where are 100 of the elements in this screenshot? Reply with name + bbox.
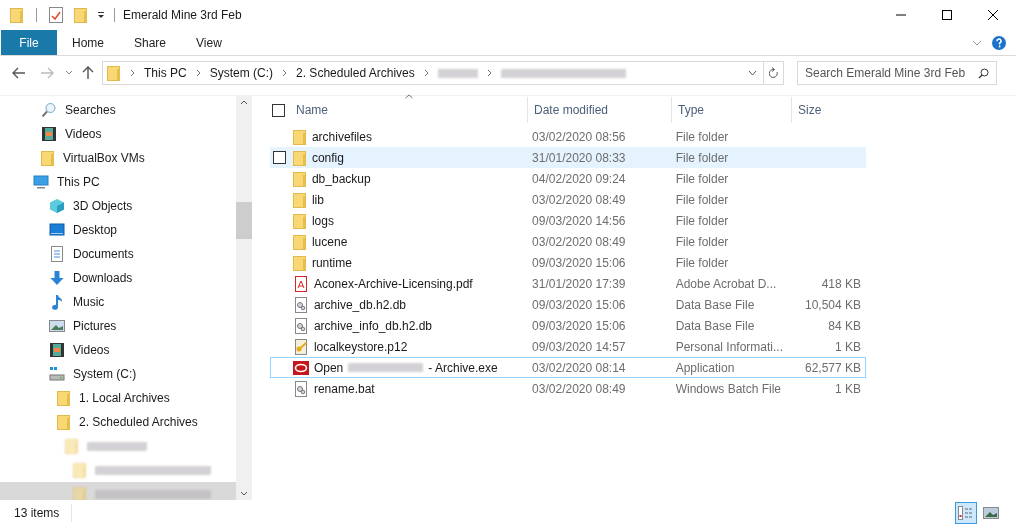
caret-icon[interactable] [96, 10, 106, 20]
file-row[interactable]: Open - Archive.exe 03/02/2020 08:14 Application 62,577 KB [270, 357, 866, 378]
file-row[interactable]: lib 03/02/2020 08:49 File folder [270, 189, 866, 210]
nav-item[interactable]: Searches [0, 98, 236, 122]
download-icon [49, 270, 65, 286]
search-field[interactable]: Search Emerald Mine 3rd Feb [797, 61, 997, 85]
type-cell-text: File folder [674, 170, 730, 188]
type-cell-text: File folder [674, 149, 730, 167]
date-cell-text: 09/03/2020 15:06 [531, 254, 627, 272]
file-row[interactable]: logs 09/03/2020 14:56 File folder [270, 210, 866, 231]
nav-item[interactable]: Videos [0, 338, 236, 362]
nav-item[interactable]: Videos [0, 122, 236, 146]
file-name: archivefiles [311, 128, 372, 146]
chevron-down-icon[interactable] [748, 70, 757, 76]
pdf-file-icon [292, 275, 309, 292]
address-bar[interactable]: This PC System (C:) 2. Scheduled Archives [102, 61, 764, 85]
breadcrumb[interactable]: This PC [144, 64, 187, 82]
file-row[interactable]: config 31/01/2020 08:33 File folder [270, 147, 866, 168]
scroll-up-icon[interactable] [240, 100, 248, 105]
file-row[interactable]: Aconex-Archive-Licensing.pdf 31/01/2020 17:39 Adobe Acrobat D... 418 KB [270, 273, 866, 294]
back-arrow-icon[interactable] [12, 67, 26, 79]
nav-item[interactable]: Desktop [0, 218, 236, 242]
file-name: Aconex-Archive-Licensing.pdf [313, 275, 473, 293]
item-count: 13 items [4, 503, 73, 522]
chevron-down-icon[interactable] [65, 70, 73, 76]
file-row[interactable]: rename.bat 03/02/2020 08:49 Windows Batch File 1 KB [270, 378, 866, 399]
nav-item[interactable]: Documents [0, 242, 236, 266]
help-icon[interactable] [992, 35, 1006, 50]
column-header[interactable]: Date modified [528, 97, 672, 123]
row-checkbox[interactable] [273, 151, 287, 164]
file-row[interactable]: runtime 09/03/2020 15:06 File folder [270, 252, 866, 273]
folder-icon [41, 150, 55, 166]
size-cell-text: 1 KB [835, 380, 861, 398]
date-cell-text: 03/02/2020 08:14 [531, 359, 627, 377]
type-cell-text: File folder [674, 128, 730, 146]
date-cell-text: 04/02/2020 09:24 [531, 170, 627, 188]
up-arrow-icon[interactable] [82, 66, 94, 80]
desktop-icon [49, 222, 65, 238]
file-row[interactable]: localkeystore.p12 09/03/2020 14:57 Personal Informati... 1 KB [270, 336, 866, 357]
chevron-right-icon[interactable] [486, 69, 492, 77]
file-row[interactable]: archivefiles 03/02/2020 08:56 File folder [270, 126, 866, 147]
nav-item[interactable]: Downloads [0, 266, 236, 290]
scrollbar[interactable] [236, 96, 252, 500]
column-header[interactable]: Type [672, 97, 792, 123]
file-gears-icon [292, 296, 309, 313]
ribbon-tab[interactable]: View [181, 30, 237, 55]
cube-icon [49, 198, 65, 214]
nav-item[interactable]: This PC [0, 170, 236, 194]
details-view-button[interactable] [955, 501, 977, 524]
drive-icon [49, 366, 65, 382]
refresh-icon [768, 67, 779, 79]
column-header[interactable]: Size [792, 97, 868, 123]
file-name: runtime [311, 254, 352, 272]
chevron-down-icon[interactable] [972, 39, 982, 46]
search-input[interactable]: Search Emerald Mine 3rd Feb [805, 64, 978, 82]
breadcrumb[interactable]: System (C:) [209, 64, 274, 82]
nav-item[interactable]: Pictures [0, 314, 236, 338]
folder-icon [292, 212, 307, 229]
ribbon-tab[interactable]: Share [119, 30, 182, 55]
file-name: Open [313, 359, 344, 377]
column-header[interactable]: Name [290, 97, 528, 123]
refresh-button[interactable] [764, 61, 784, 85]
nav-item[interactable]: VirtualBox VMs [0, 146, 236, 170]
folder-icon [292, 170, 307, 187]
file-name: logs [311, 212, 334, 230]
scroll-thumb[interactable] [236, 202, 252, 239]
type-cell-text: File folder [674, 212, 730, 230]
breadcrumb[interactable]: 2. Scheduled Archives [296, 64, 415, 82]
file-menu-button[interactable]: File [1, 30, 57, 55]
chevron-right-icon[interactable] [423, 69, 429, 77]
nav-item[interactable]: System (C:) [0, 362, 236, 386]
file-row[interactable]: archive_info_db.h2.db 09/03/2020 15:06 Data Base File 84 KB [270, 315, 866, 336]
music-icon [49, 294, 65, 310]
file-row[interactable]: lucene 03/02/2020 08:49 File folder [270, 231, 866, 252]
nav-item[interactable]: Music [0, 290, 236, 314]
nav-item[interactable]: 1. Local Archives [0, 386, 236, 410]
size-cell-text: 84 KB [828, 317, 861, 335]
nav-item[interactable]: 2. Scheduled Archives [0, 410, 236, 434]
file-name: archive_db.h2.db [313, 296, 406, 314]
nav-item[interactable]: 3D Objects [0, 194, 236, 218]
date-cell-text: 09/03/2020 15:06 [531, 296, 627, 314]
select-all-checkbox[interactable] [272, 103, 285, 117]
chevron-right-icon[interactable] [130, 69, 135, 77]
type-cell-text: Windows Batch File [674, 380, 782, 398]
date-cell-text: 09/03/2020 15:06 [531, 317, 627, 335]
window-title: Emerald Mine 3rd Feb [123, 7, 242, 24]
properties-icon[interactable] [49, 7, 63, 23]
chevron-right-icon[interactable] [195, 69, 201, 77]
ribbon-tab[interactable]: Home [57, 30, 119, 55]
size-cell-text: 418 KB [821, 275, 861, 293]
size-cell-text: 10,504 KB [804, 296, 861, 314]
file-row[interactable]: db_backup 04/02/2020 09:24 File folder [270, 168, 866, 189]
date-cell-text: 03/02/2020 08:49 [531, 380, 627, 398]
file-name: db_backup [311, 170, 371, 188]
file-name: lucene [311, 233, 348, 251]
folder-icon [57, 390, 71, 406]
chevron-right-icon[interactable] [282, 69, 288, 77]
type-cell-text: Data Base File [674, 317, 756, 335]
scroll-down-icon[interactable] [240, 491, 248, 496]
file-row[interactable]: archive_db.h2.db 09/03/2020 15:06 Data Base File 10,504 KB [270, 294, 866, 315]
